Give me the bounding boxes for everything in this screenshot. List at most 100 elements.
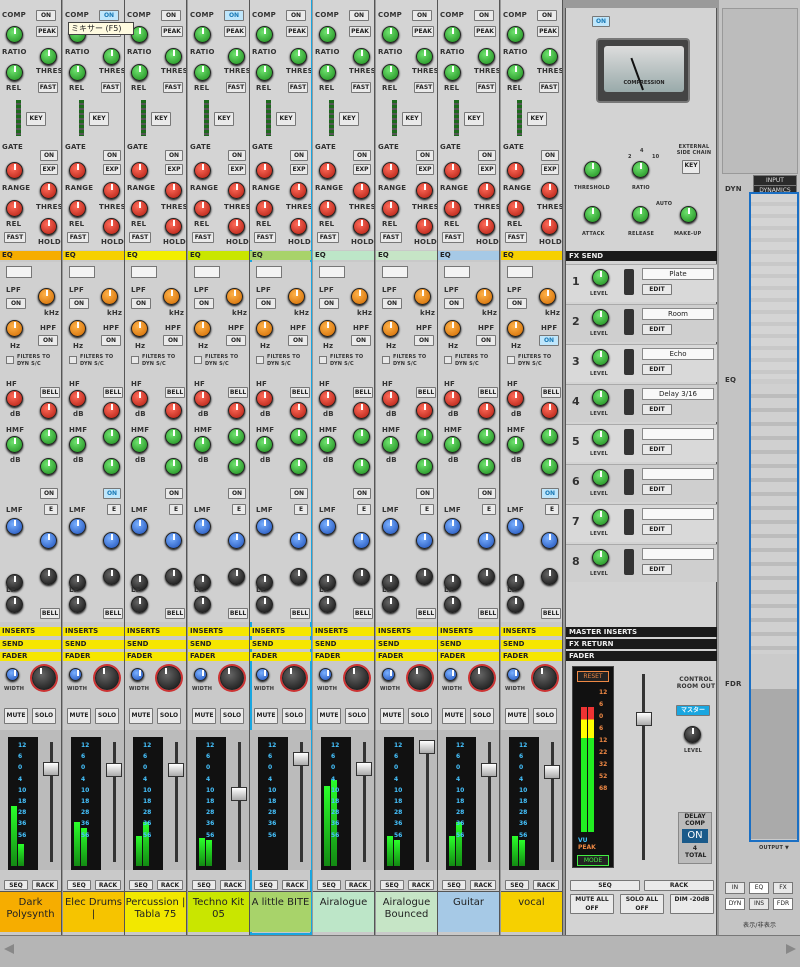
lf-freq-knob[interactable] [541, 568, 558, 585]
lpf-on-button[interactable]: ON [319, 298, 339, 309]
hmf-freq-knob[interactable] [228, 428, 245, 445]
hpf-on-button[interactable]: ON [414, 335, 434, 346]
lf-gain-knob[interactable] [194, 596, 211, 613]
lf-bell-button[interactable]: BELL [478, 608, 498, 619]
gate-hold-knob[interactable] [103, 218, 120, 235]
fx-send-level-knob[interactable] [592, 269, 609, 286]
fx-edit-button[interactable]: EDIT [642, 524, 672, 535]
lmf-freq-knob[interactable] [40, 532, 57, 549]
rack-button[interactable]: RACK [32, 880, 58, 890]
gate-rel-knob[interactable] [256, 200, 273, 217]
nav-toggle-ins[interactable]: INS [749, 898, 769, 910]
lf-bell-button[interactable]: BELL [165, 608, 185, 619]
hf-freq-knob[interactable] [353, 402, 370, 419]
filters-to-dyn-checkbox[interactable] [194, 356, 202, 364]
lmf-freq-knob[interactable] [103, 532, 120, 549]
gate-fast-button[interactable]: FAST [67, 232, 89, 243]
comp-on-button[interactable]: ON [224, 10, 244, 21]
comp-key-button[interactable]: KEY [402, 112, 422, 126]
comp-ratio-knob[interactable] [194, 26, 211, 43]
gate-exp-button[interactable]: EXP [40, 164, 58, 175]
master-ratio-knob[interactable] [632, 161, 649, 178]
comp-fast-button[interactable]: FAST [476, 82, 496, 93]
rack-button[interactable]: RACK [95, 880, 121, 890]
fx-device-name[interactable] [642, 428, 714, 440]
gate-fast-button[interactable]: FAST [505, 232, 527, 243]
fader-handle[interactable] [43, 762, 59, 776]
lmf-gain-knob[interactable] [256, 518, 273, 535]
mute-button[interactable]: MUTE [67, 708, 91, 724]
gate-exp-button[interactable]: EXP [416, 164, 434, 175]
gate-thres-knob[interactable] [416, 182, 433, 199]
channel-name[interactable]: Airalogue [313, 891, 374, 932]
fx-send-level-knob[interactable] [592, 549, 609, 566]
gate-exp-button[interactable]: EXP [103, 164, 121, 175]
hf-freq-knob[interactable] [228, 402, 245, 419]
fx-send-level-knob[interactable] [592, 429, 609, 446]
mute-button[interactable]: MUTE [505, 708, 529, 724]
hf-freq-knob[interactable] [165, 402, 182, 419]
mute-button[interactable]: MUTE [129, 708, 153, 724]
send-bar[interactable]: SEND [438, 640, 499, 649]
hmf-gain-knob[interactable] [194, 436, 211, 453]
hf-gain-knob[interactable] [382, 390, 399, 407]
lmf-gain-knob[interactable] [131, 518, 148, 535]
comp-on-button[interactable]: ON [349, 10, 369, 21]
filters-to-dyn-checkbox[interactable] [382, 356, 390, 364]
lf-bell-button[interactable]: BELL [228, 608, 248, 619]
gate-on-button[interactable]: ON [416, 150, 434, 161]
hf-freq-knob[interactable] [103, 402, 120, 419]
hmf-freq-knob[interactable] [165, 428, 182, 445]
comp-key-button[interactable]: KEY [214, 112, 234, 126]
pan-knob[interactable] [32, 666, 56, 690]
ext-sidechain-key-button[interactable]: KEY [682, 160, 700, 174]
lf-gain-knob[interactable] [507, 596, 524, 613]
gate-fast-button[interactable]: FAST [380, 232, 402, 243]
master-seq-button[interactable]: SEQ [570, 880, 640, 891]
comp-rel-knob[interactable] [69, 64, 86, 81]
gate-range-knob[interactable] [6, 162, 23, 179]
rack-button[interactable]: RACK [533, 880, 559, 890]
control-room-level-knob[interactable] [684, 726, 701, 743]
gate-thres-knob[interactable] [40, 182, 57, 199]
hmf-q-knob[interactable] [416, 458, 433, 475]
lf-bell-button[interactable]: BELL [103, 608, 123, 619]
fx-edit-button[interactable]: EDIT [642, 444, 672, 455]
inserts-bar[interactable]: INSERTS [63, 627, 124, 636]
hf-gain-knob[interactable] [319, 390, 336, 407]
comp-peak-button[interactable]: PEAK [349, 26, 371, 37]
channel-name[interactable]: vocal [501, 891, 562, 932]
hpf-on-button[interactable]: ON [38, 335, 58, 346]
gate-exp-button[interactable]: EXP [228, 164, 246, 175]
rack-button[interactable]: RACK [470, 880, 496, 890]
inserts-bar[interactable]: INSERTS [501, 627, 562, 636]
fader-handle[interactable] [293, 752, 309, 766]
comp-key-button[interactable]: KEY [151, 112, 171, 126]
meter-reset-button[interactable]: RESET [577, 671, 609, 682]
solo-button[interactable]: SOLO [157, 708, 181, 724]
inserts-bar[interactable]: INSERTS [250, 627, 311, 636]
lmf-gain-knob[interactable] [382, 518, 399, 535]
master-attack-knob[interactable] [584, 206, 601, 223]
comp-fast-button[interactable]: FAST [38, 82, 58, 93]
lf-freq-knob[interactable] [103, 568, 120, 585]
lf-freq-knob[interactable] [228, 568, 245, 585]
hpf-freq-knob[interactable] [69, 320, 86, 337]
seq-button[interactable]: SEQ [442, 880, 466, 890]
hf-gain-knob[interactable] [69, 390, 86, 407]
lf-bell-button[interactable]: BELL [290, 608, 310, 619]
hmf-freq-knob[interactable] [416, 428, 433, 445]
hf-freq-knob[interactable] [478, 402, 495, 419]
gate-rel-knob[interactable] [319, 200, 336, 217]
filters-to-dyn-checkbox[interactable] [131, 356, 139, 364]
channel-name[interactable]: Dark Polysynth [0, 891, 61, 932]
lf-gain-knob[interactable] [319, 596, 336, 613]
hf-gain-knob[interactable] [444, 390, 461, 407]
fx-device-name[interactable]: Delay 3/16 [642, 388, 714, 400]
hf-bell-button[interactable]: BELL [478, 387, 498, 398]
master-release-knob[interactable] [632, 206, 649, 223]
lpf-on-button[interactable]: ON [131, 298, 151, 309]
lf-gain-knob[interactable] [131, 596, 148, 613]
hf-gain-knob[interactable] [194, 390, 211, 407]
comp-on-button[interactable]: ON [36, 10, 56, 21]
